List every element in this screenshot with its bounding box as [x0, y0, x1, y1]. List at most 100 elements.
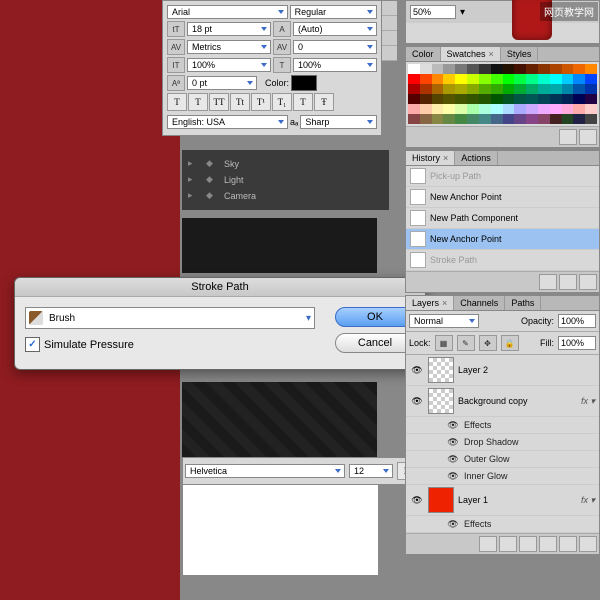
swatch[interactable] [550, 94, 562, 104]
swatch[interactable] [479, 84, 491, 94]
swatch[interactable] [443, 104, 455, 114]
font-size-select[interactable]: 18 pt [187, 22, 271, 36]
swatch[interactable] [432, 104, 444, 114]
swatch[interactable] [467, 104, 479, 114]
hscale-input[interactable]: 100% [293, 58, 377, 72]
antialias-select[interactable]: Sharp [300, 115, 377, 129]
language-select[interactable]: English: USA [167, 115, 288, 129]
text-color-swatch[interactable] [291, 75, 317, 91]
font-style-select[interactable]: Regular [290, 5, 377, 19]
swatch[interactable] [503, 84, 515, 94]
cancel-button[interactable]: Cancel [335, 333, 415, 353]
scene-item[interactable]: ▸◆Light [188, 172, 383, 188]
swatch[interactable] [420, 74, 432, 84]
tool-select[interactable]: Brush ▾ [25, 307, 315, 329]
scene-item[interactable]: ▸◆Sky [188, 156, 383, 172]
tab-paths[interactable]: Paths [505, 296, 541, 310]
swatch[interactable] [491, 64, 503, 74]
swatch[interactable] [573, 104, 585, 114]
textbar-size[interactable]: 12 [349, 464, 393, 478]
type-style-btn-3[interactable]: Tt [230, 93, 250, 111]
ok-button[interactable]: OK [335, 307, 415, 327]
swatch[interactable] [479, 104, 491, 114]
swatch[interactable] [562, 64, 574, 74]
swatch[interactable] [550, 104, 562, 114]
type-style-btn-7[interactable]: Ŧ [314, 93, 334, 111]
type-style-btn-5[interactable]: T₁ [272, 93, 292, 111]
swatch[interactable] [550, 84, 562, 94]
swatch[interactable] [526, 114, 538, 124]
swatch[interactable] [538, 74, 550, 84]
lock-all-icon[interactable]: 🔒 [501, 335, 519, 351]
link-layers-icon[interactable] [479, 536, 497, 552]
tab-styles[interactable]: Styles [501, 47, 539, 61]
leading-select[interactable]: (Auto) [293, 22, 377, 36]
swatch[interactable] [514, 74, 526, 84]
swatch[interactable] [420, 94, 432, 104]
swatch[interactable] [491, 114, 503, 124]
simulate-pressure-checkbox[interactable]: ✓ [25, 337, 40, 352]
swatch[interactable] [408, 84, 420, 94]
swatch[interactable] [562, 104, 574, 114]
visibility-icon[interactable]: 👁 [446, 518, 460, 530]
history-item[interactable]: Pick-up Path [406, 166, 599, 187]
swatch[interactable] [538, 114, 550, 124]
swatch[interactable] [432, 114, 444, 124]
swatch[interactable] [585, 94, 597, 104]
swatch[interactable] [432, 64, 444, 74]
visibility-icon[interactable]: 👁 [446, 419, 460, 431]
swatch[interactable] [443, 64, 455, 74]
swatch[interactable] [573, 94, 585, 104]
swatch[interactable] [526, 94, 538, 104]
swatch[interactable] [514, 84, 526, 94]
visibility-icon[interactable]: 👁 [446, 436, 460, 448]
tab-layers[interactable]: Layers× [406, 296, 454, 310]
tab-color[interactable]: Color [406, 47, 441, 61]
layer-row[interactable]: 👁Background copyfx ▾ [406, 386, 599, 417]
layer-effect[interactable]: 👁 Outer Glow [406, 451, 599, 468]
swatch[interactable] [514, 104, 526, 114]
swatch[interactable] [562, 94, 574, 104]
swatch[interactable] [550, 74, 562, 84]
visibility-icon[interactable]: 👁 [446, 453, 460, 465]
swatch[interactable] [443, 74, 455, 84]
history-new-icon[interactable] [559, 274, 577, 290]
fx-badge[interactable]: fx ▾ [581, 495, 595, 506]
fx-badge[interactable]: fx ▾ [581, 396, 595, 407]
history-item[interactable]: New Path Component [406, 208, 599, 229]
lock-paint-icon[interactable]: ✎ [457, 335, 475, 351]
swatch[interactable] [443, 94, 455, 104]
opacity-input[interactable]: 100% [558, 314, 596, 328]
type-style-btn-1[interactable]: T [188, 93, 208, 111]
swatch[interactable] [491, 74, 503, 84]
type-style-btn-2[interactable]: TT [209, 93, 229, 111]
swatch[interactable] [479, 94, 491, 104]
swatch[interactable] [503, 114, 515, 124]
visibility-icon[interactable]: 👁 [410, 395, 424, 407]
swatch[interactable] [538, 104, 550, 114]
tab-channels[interactable]: Channels [454, 296, 505, 310]
swatch[interactable] [479, 114, 491, 124]
swatch[interactable] [479, 64, 491, 74]
swatch[interactable] [455, 104, 467, 114]
swatch[interactable] [479, 74, 491, 84]
swatch[interactable] [467, 74, 479, 84]
zoom-input[interactable]: 50% [410, 5, 456, 19]
swatch[interactable] [526, 64, 538, 74]
swatch[interactable] [585, 104, 597, 114]
swatch[interactable] [455, 74, 467, 84]
swatch[interactable] [408, 64, 420, 74]
swatch[interactable] [573, 74, 585, 84]
type-style-btn-4[interactable]: T¹ [251, 93, 271, 111]
swatch[interactable] [467, 94, 479, 104]
swatch[interactable] [491, 94, 503, 104]
swatch[interactable] [467, 84, 479, 94]
swatch[interactable] [562, 84, 574, 94]
kerning-select[interactable]: Metrics [187, 40, 271, 54]
layer-effect[interactable]: 👁 Effects [406, 516, 599, 533]
swatch[interactable] [538, 94, 550, 104]
swatch[interactable] [420, 104, 432, 114]
swatch[interactable] [514, 114, 526, 124]
swatch[interactable] [455, 64, 467, 74]
new-group-icon[interactable] [539, 536, 557, 552]
